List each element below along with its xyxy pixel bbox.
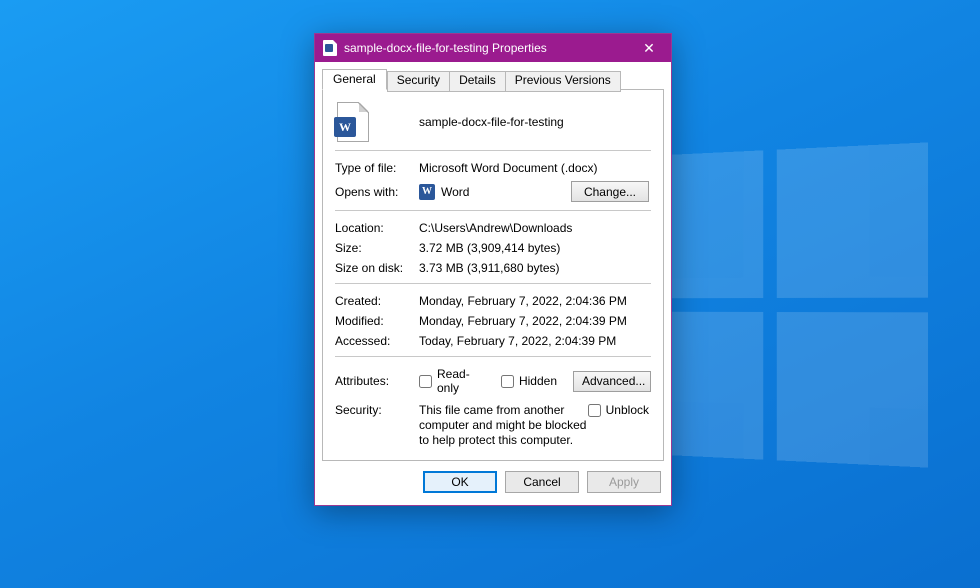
docx-file-icon	[323, 40, 337, 56]
change-button[interactable]: Change...	[571, 181, 649, 202]
unblock-checkbox-input[interactable]	[588, 404, 601, 417]
readonly-checkbox[interactable]: Read-only	[419, 367, 485, 395]
hidden-checkbox-input[interactable]	[501, 375, 514, 388]
value-location: C:\Users\Andrew\Downloads	[419, 221, 572, 235]
value-modified: Monday, February 7, 2022, 2:04:39 PM	[419, 314, 627, 328]
label-type: Type of file:	[335, 161, 419, 175]
advanced-button[interactable]: Advanced...	[573, 371, 651, 392]
titlebar[interactable]: sample-docx-file-for-testing Properties …	[315, 34, 671, 62]
readonly-checkbox-input[interactable]	[419, 375, 432, 388]
readonly-label: Read-only	[437, 367, 485, 395]
unblock-checkbox[interactable]: Unblock	[588, 403, 649, 417]
label-size-on-disk: Size on disk:	[335, 261, 419, 275]
close-button[interactable]: ✕	[627, 34, 671, 62]
file-name-field[interactable]: sample-docx-file-for-testing	[419, 115, 564, 129]
label-size: Size:	[335, 241, 419, 255]
window-title: sample-docx-file-for-testing Properties	[344, 41, 627, 55]
dialog-button-row: OK Cancel Apply	[315, 461, 671, 505]
value-opens-with: Word	[441, 185, 469, 199]
label-created: Created:	[335, 294, 419, 308]
separator	[335, 356, 651, 357]
cancel-button[interactable]: Cancel	[505, 471, 579, 493]
label-modified: Modified:	[335, 314, 419, 328]
value-size-on-disk: 3.73 MB (3,911,680 bytes)	[419, 261, 560, 275]
hidden-label: Hidden	[519, 374, 557, 388]
label-attributes: Attributes:	[335, 374, 419, 388]
separator	[335, 150, 651, 151]
tab-previous-versions[interactable]: Previous Versions	[506, 71, 621, 92]
hidden-checkbox[interactable]: Hidden	[501, 374, 557, 388]
word-badge-icon: W	[334, 117, 356, 137]
general-panel: W sample-docx-file-for-testing Type of f…	[322, 89, 664, 461]
value-security-text: This file came from another computer and…	[419, 403, 588, 448]
label-location: Location:	[335, 221, 419, 235]
apply-button[interactable]: Apply	[587, 471, 661, 493]
unblock-label: Unblock	[606, 403, 649, 417]
value-size: 3.72 MB (3,909,414 bytes)	[419, 241, 560, 255]
value-type: Microsoft Word Document (.docx)	[419, 161, 598, 175]
word-app-icon: W	[419, 184, 435, 200]
label-accessed: Accessed:	[335, 334, 419, 348]
value-created: Monday, February 7, 2022, 2:04:36 PM	[419, 294, 627, 308]
close-icon: ✕	[643, 40, 655, 57]
properties-dialog: sample-docx-file-for-testing Properties …	[314, 33, 672, 506]
file-type-icon: W	[337, 102, 369, 142]
value-accessed: Today, February 7, 2022, 2:04:39 PM	[419, 334, 616, 348]
tab-security[interactable]: Security	[387, 71, 450, 92]
separator	[335, 283, 651, 284]
label-security: Security:	[335, 403, 419, 417]
label-opens-with: Opens with:	[335, 185, 419, 199]
tab-details[interactable]: Details	[450, 71, 506, 92]
ok-button[interactable]: OK	[423, 471, 497, 493]
separator	[335, 210, 651, 211]
tab-strip: General Security Details Previous Versio…	[322, 69, 664, 90]
tab-general[interactable]: General	[322, 69, 387, 90]
